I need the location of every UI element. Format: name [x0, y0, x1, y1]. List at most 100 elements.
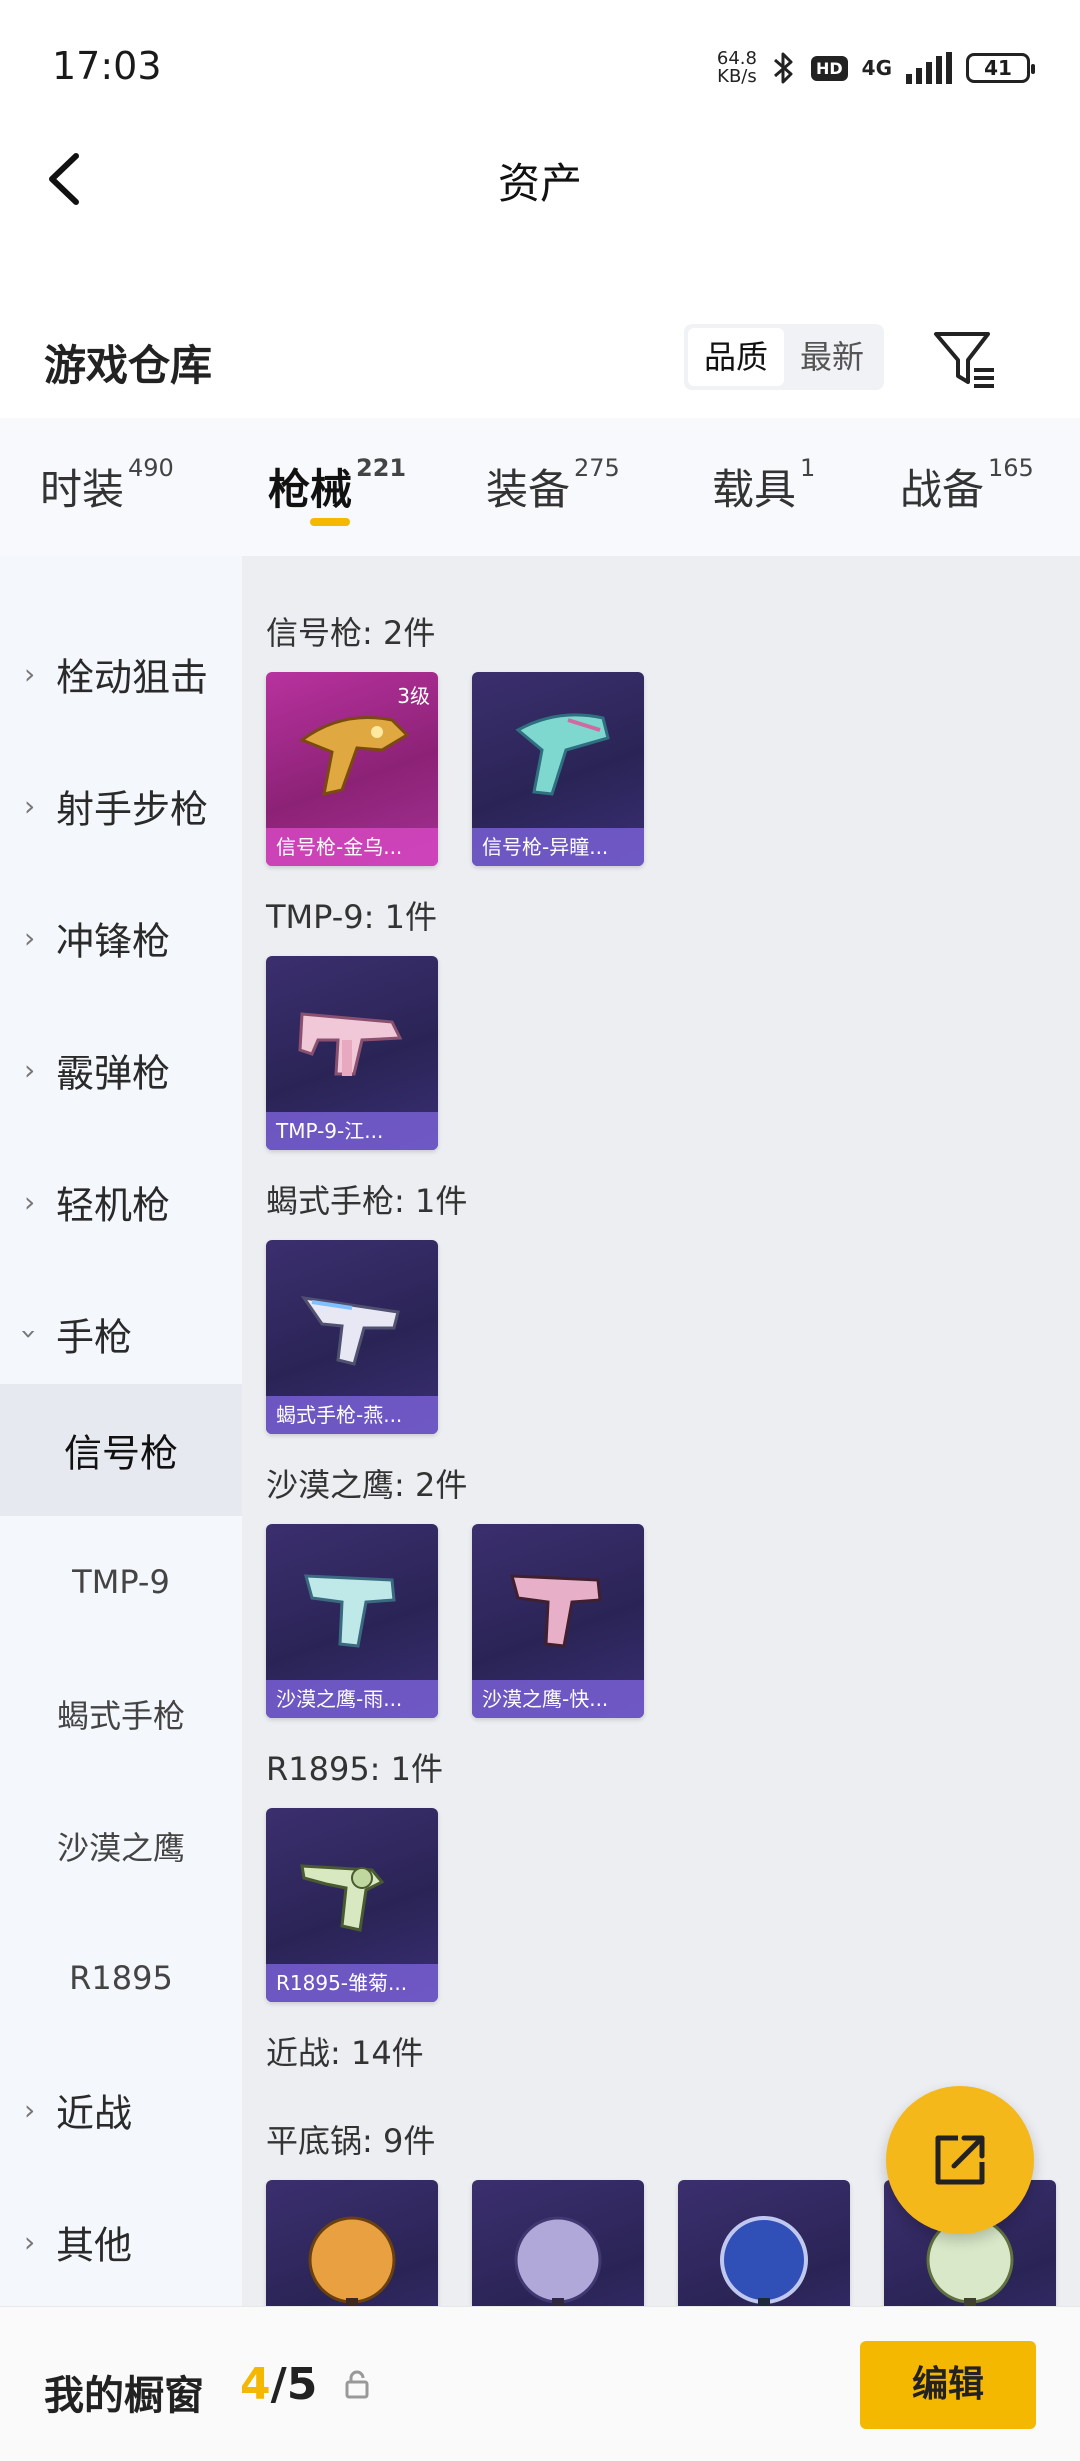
- item-grid: 信号枪: 2件 3级 信号枪-金乌... 信号枪-异瞳... TMP-9: 1件…: [242, 556, 1080, 2306]
- item-card[interactable]: 沙漠之鹰-快...: [472, 1524, 644, 1718]
- chevron-right-icon: ›: [24, 657, 36, 691]
- group-label: 近战: 14件: [266, 2034, 424, 2072]
- sidebar-item-label: 其他: [56, 2223, 133, 2268]
- lock-icon: [345, 2370, 369, 2399]
- sidebar-subitem-flare-gun[interactable]: 信号枪: [0, 1384, 242, 1516]
- edit-button[interactable]: 编辑: [860, 2341, 1036, 2429]
- chevron-right-icon: ›: [24, 1185, 36, 1219]
- tab-count: 275: [574, 454, 620, 482]
- sidebar-item-label: 栓动狙击: [56, 655, 209, 700]
- title-bar: 资产: [0, 130, 1080, 230]
- sidebar-item-label: 冲锋枪: [56, 919, 171, 964]
- tab-equipment[interactable]: 装备 275: [486, 454, 620, 517]
- status-bar: 17:03 64.8 KB/s HD 4G 41: [0, 0, 1080, 130]
- status-icons: 64.8 KB/s HD 4G 41: [717, 40, 1035, 96]
- item-card[interactable]: 蝎式手枪-燕...: [266, 1240, 438, 1434]
- item-card[interactable]: TMP-9-江...: [266, 956, 438, 1150]
- network-type: 4G: [861, 56, 892, 80]
- tab-count: 221: [356, 454, 407, 482]
- tab-tactical[interactable]: 战备 165: [900, 454, 1034, 517]
- group-label: 信号枪: 2件: [266, 614, 436, 652]
- sidebar-item-bolt-sniper[interactable]: › 栓动狙击: [0, 608, 242, 740]
- sidebar-item-label: 近战: [56, 2091, 133, 2136]
- item-name: 信号枪-金乌...: [266, 828, 438, 866]
- chevron-right-icon: ›: [24, 789, 36, 823]
- showcase-count-current: 4: [240, 2359, 271, 2410]
- item-card[interactable]: 3级 信号枪-金乌...: [266, 672, 438, 866]
- group-label: 沙漠之鹰: 2件: [266, 1466, 468, 1504]
- sidebar-item-label: TMP-9: [72, 1563, 170, 1601]
- item-card[interactable]: [678, 2180, 850, 2306]
- group-label: 平底锅: 9件: [266, 2122, 436, 2160]
- sidebar-item-marksman-rifle[interactable]: › 射手步枪: [0, 740, 242, 872]
- page-title: 资产: [497, 159, 582, 208]
- sidebar-item-pistol[interactable]: › 手枪: [0, 1268, 242, 1400]
- revolver-icon: [300, 1864, 385, 1932]
- share-out-icon: [935, 2135, 985, 2185]
- chevron-down-icon: ›: [13, 1328, 47, 1340]
- sort-latest-button[interactable]: 最新: [784, 328, 880, 386]
- showcase-count: 4/5: [240, 2359, 317, 2410]
- bluetooth-icon: [773, 52, 793, 84]
- frying-pan-icon: [720, 2216, 808, 2306]
- group-label: TMP-9: 1件: [266, 898, 437, 936]
- sidebar-item-label: 蝎式手枪: [56, 1697, 185, 1735]
- chevron-right-icon: ›: [24, 921, 36, 955]
- item-card[interactable]: [266, 2180, 438, 2306]
- item-card[interactable]: 沙漠之鹰-雨...: [266, 1524, 438, 1718]
- sidebar-item-lmg[interactable]: › 轻机枪: [0, 1136, 242, 1268]
- sidebar-subitem-r1895[interactable]: R1895: [0, 1912, 242, 2044]
- chevron-right-icon: ›: [24, 2225, 36, 2259]
- tab-label: 枪械: [268, 465, 353, 514]
- pistol-icon: [304, 1574, 396, 1648]
- sidebar-item-melee[interactable]: › 近战: [0, 2044, 242, 2176]
- tab-count: 165: [988, 454, 1034, 482]
- tab-guns[interactable]: 枪械 221: [268, 454, 407, 526]
- group-label: R1895: 1件: [266, 1750, 443, 1788]
- sidebar-item-smg[interactable]: › 冲锋枪: [0, 872, 242, 1004]
- pistol-icon: [510, 1574, 602, 1648]
- flare-gun-icon: [298, 716, 410, 796]
- frying-pan-icon: [308, 2216, 396, 2306]
- sidebar-item-label: 霰弹枪: [56, 1051, 171, 1096]
- item-name: R1895-雏菊...: [266, 1964, 438, 2002]
- sort-quality-button[interactable]: 品质: [688, 328, 784, 386]
- status-time: 17:03: [52, 44, 162, 88]
- tab-label: 时装: [40, 465, 125, 514]
- chevron-right-icon: ›: [24, 2093, 36, 2127]
- sort-toggle: 品质 最新: [684, 324, 884, 390]
- item-name: 蝎式手枪-燕...: [266, 1396, 438, 1434]
- share-fab[interactable]: [886, 2086, 1034, 2234]
- tab-count: 1: [800, 454, 816, 482]
- frying-pan-icon: [514, 2216, 602, 2306]
- sidebar-subitem-desert-eagle[interactable]: 沙漠之鹰: [0, 1780, 242, 1912]
- sidebar-item-shotgun[interactable]: › 霰弹枪: [0, 1004, 242, 1136]
- showcase-label: 我的橱窗: [44, 2373, 204, 2419]
- battery-level: 41: [984, 56, 1012, 80]
- tab-label: 装备: [486, 465, 571, 514]
- hd-badge: HD: [810, 55, 848, 81]
- sidebar-subitem-skorpion[interactable]: 蝎式手枪: [0, 1648, 242, 1780]
- sidebar-item-label: 射手步枪: [56, 787, 209, 832]
- sidebar-item-label: 轻机枪: [56, 1183, 171, 1228]
- sidebar-item-other[interactable]: › 其他: [0, 2176, 242, 2308]
- item-name: 沙漠之鹰-快...: [472, 1680, 644, 1718]
- chevron-right-icon: ›: [24, 1053, 36, 1087]
- item-card[interactable]: [472, 2180, 644, 2306]
- showcase-bar: 我的橱窗 4/5 编辑: [0, 2306, 1080, 2461]
- section-header: 游戏仓库 品质 最新: [0, 310, 1080, 400]
- sidebar-subitem-tmp9[interactable]: TMP-9: [0, 1516, 242, 1648]
- pistol-icon: [300, 1296, 400, 1366]
- sidebar-item-label: 沙漠之鹰: [56, 1829, 185, 1867]
- item-name: TMP-9-江...: [266, 1112, 438, 1150]
- tab-vehicles[interactable]: 载具 1: [712, 454, 816, 517]
- filter-icon[interactable]: [930, 324, 1000, 394]
- item-card[interactable]: 信号枪-异瞳...: [472, 672, 644, 866]
- item-name: 沙漠之鹰-雨...: [266, 1680, 438, 1718]
- section-title: 游戏仓库: [44, 341, 213, 390]
- item-card[interactable]: R1895-雏菊...: [266, 1808, 438, 2002]
- weapon-type-sidebar: › 栓动狙击 › 射手步枪 › 冲锋枪 › 霰弹枪 › 轻机枪 › 手枪 信号枪…: [0, 556, 242, 2306]
- tab-fashion[interactable]: 时装 490: [40, 454, 174, 517]
- smg-icon: [298, 1012, 403, 1076]
- signal-icon: [906, 52, 952, 84]
